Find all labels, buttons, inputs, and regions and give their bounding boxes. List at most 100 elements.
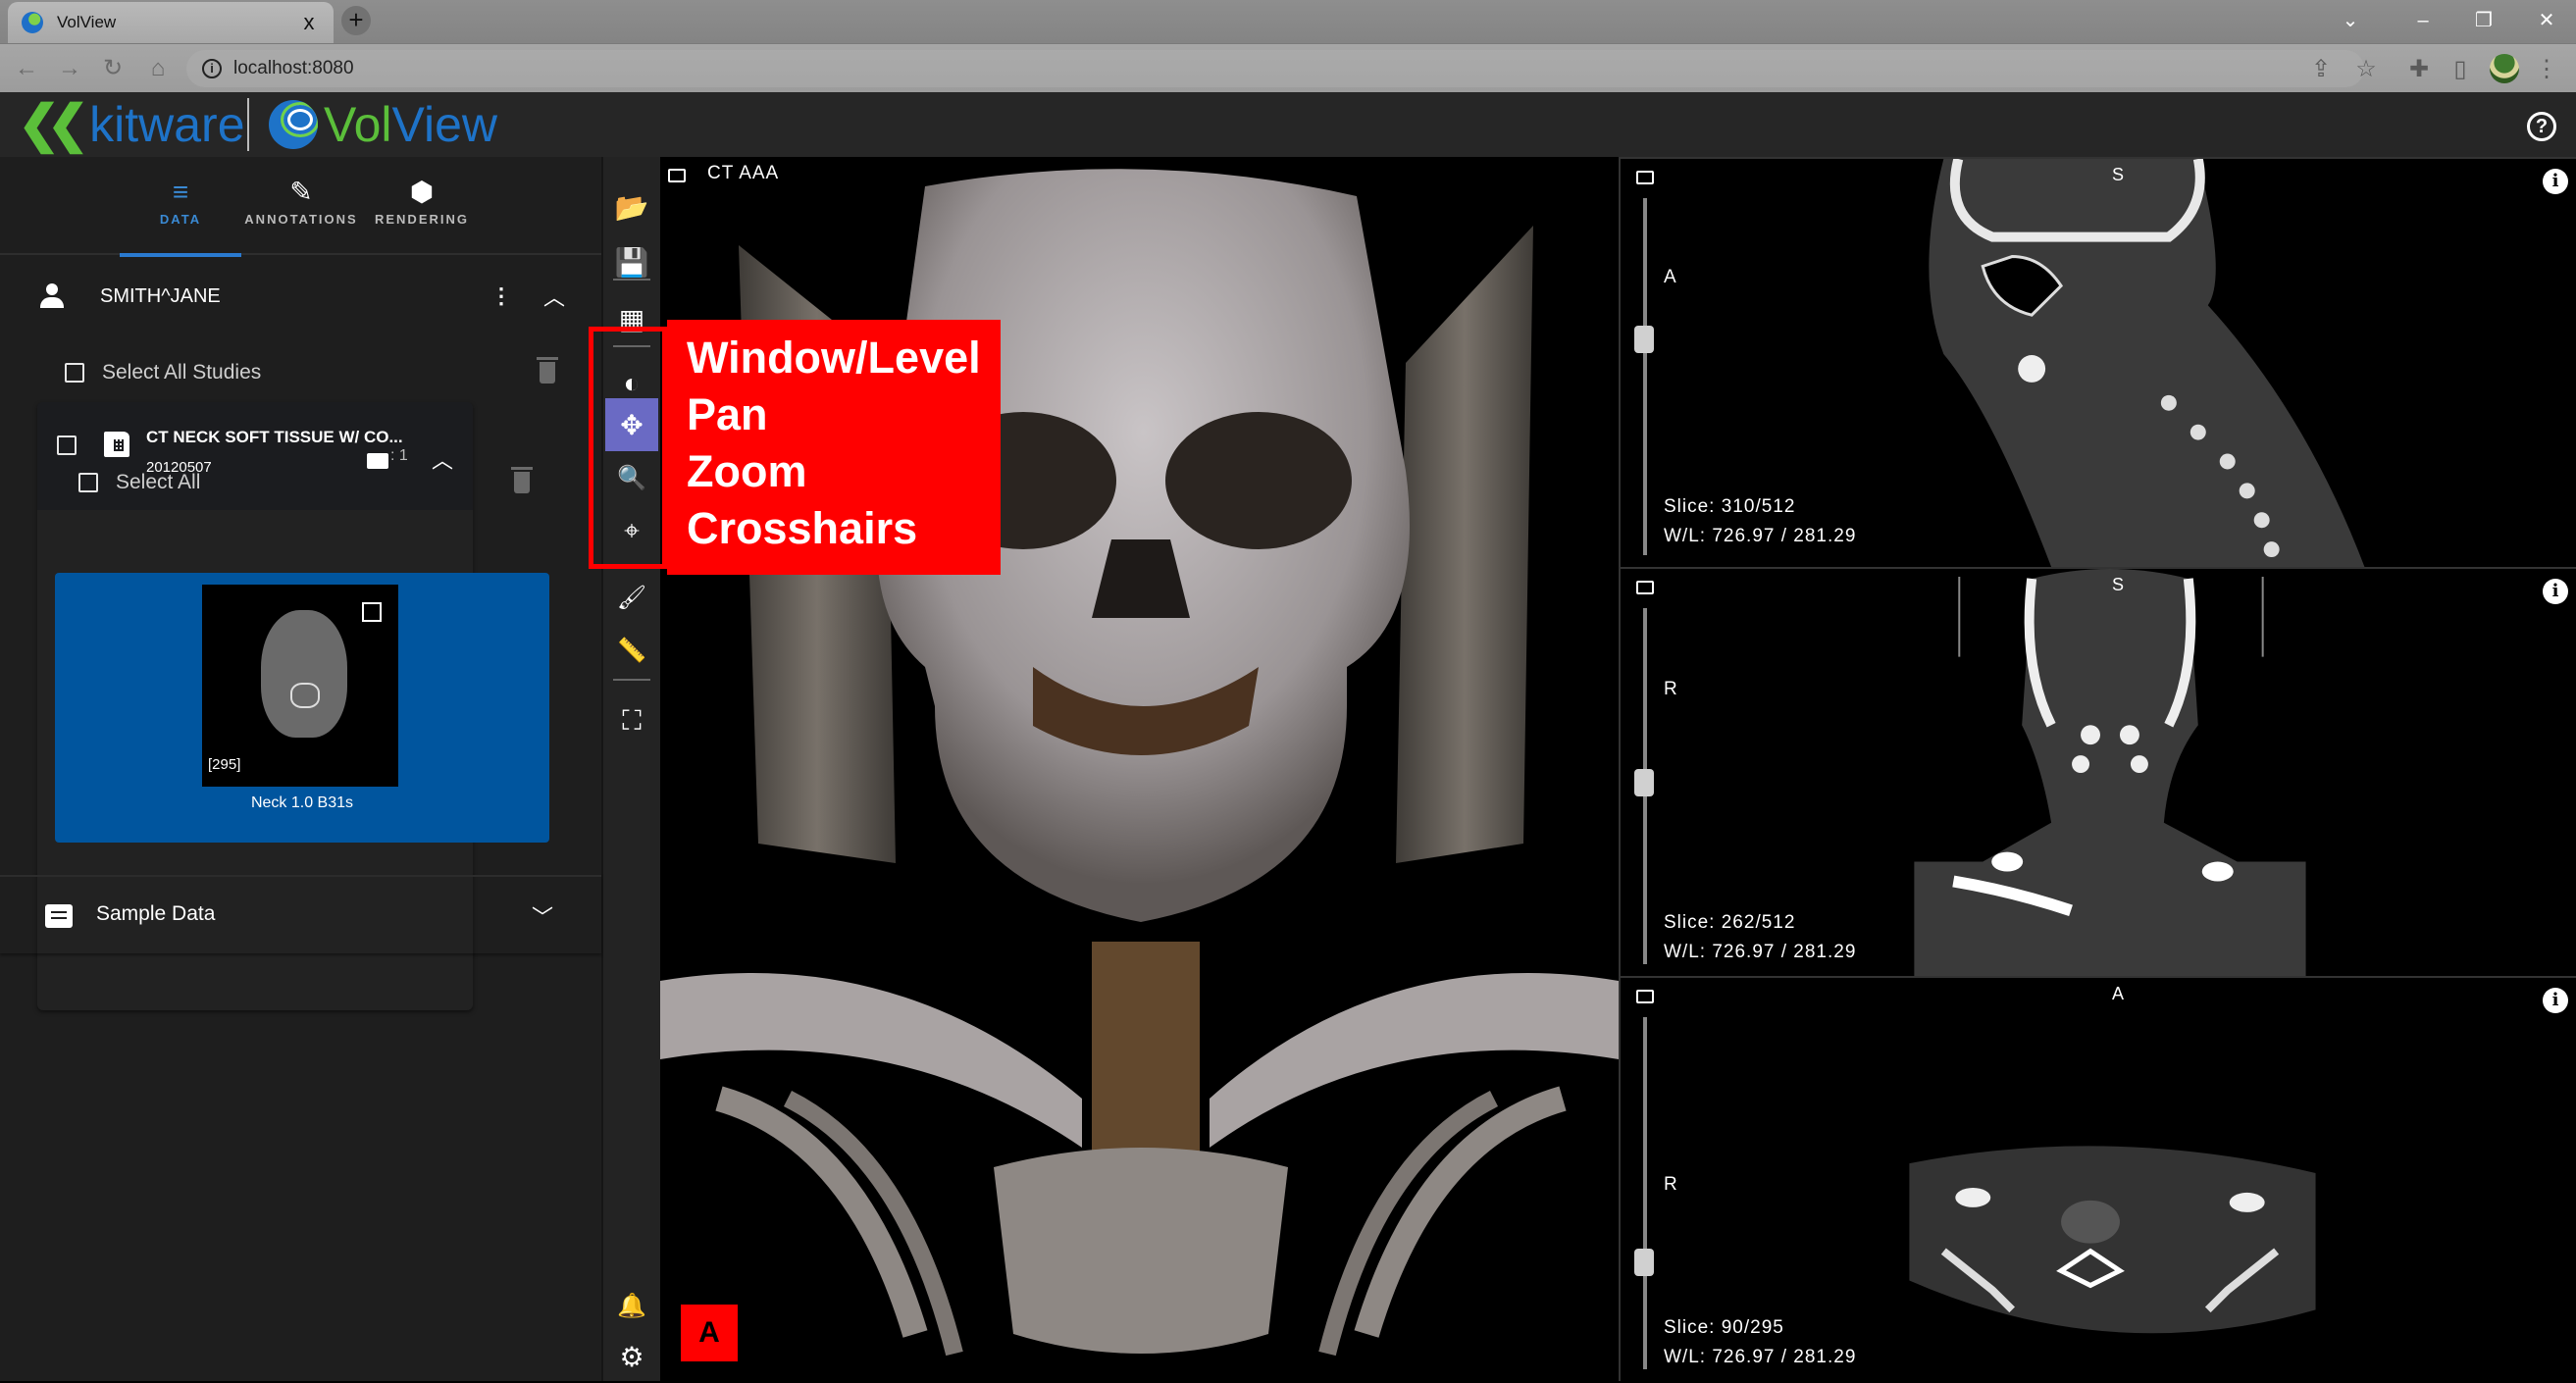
series-slice-count: [295] [208,756,241,773]
info-icon[interactable]: i [2543,988,2568,1013]
tab-search-button[interactable]: ⌄ [2331,6,2370,35]
bell-icon: 🔔 [617,1292,646,1319]
browser-tab[interactable]: VolView x [8,2,334,43]
sample-data-panel[interactable]: Sample Data ﹀ [0,875,601,953]
side-panel-icon[interactable]: ▯ [2447,56,2474,83]
settings-button[interactable]: ⚙ [605,1330,658,1383]
reset-view-icon[interactable] [1636,581,1654,594]
crop-icon: ⛶ [622,704,642,736]
slice-slider-handle[interactable] [1634,326,1654,353]
minimize-button[interactable]: – [2403,6,2443,35]
volview-logo: Vol View [269,100,497,149]
browser-tab-title: VolView [57,13,117,31]
help-button[interactable]: ? [2527,112,2556,141]
reload-button[interactable]: ↻ [98,54,128,83]
person-icon [39,283,65,309]
orientation-top-label: S [2111,575,2124,594]
headrest-right [1396,226,1533,863]
select-all-studies-label: Select All Studies [102,361,262,384]
forward-button[interactable]: → [55,54,84,83]
chevron-up-icon[interactable]: ︿ [540,281,569,312]
tab-data[interactable]: ≡ DATA [120,157,241,257]
notifications-button[interactable]: 🔔 [605,1279,658,1332]
new-tab-button[interactable]: + [341,6,371,35]
select-all-series-label: Select All [116,471,201,493]
study-checkbox[interactable] [57,435,77,455]
series-tile[interactable]: [295] Neck 1.0 B31s [55,573,549,843]
series-checkbox[interactable] [362,602,382,622]
callout-line-window-level: Window/Level [687,333,981,383]
clavicle-right [1210,973,1619,1148]
callout-line-pan: Pan [687,389,768,439]
volview-orb-icon [269,100,318,149]
share-icon[interactable]: ⇪ [2307,56,2335,83]
series-thumbnail: [295] [202,585,398,787]
axial-view[interactable]: A R Slice: 90/295 W/L: 726.97 / 281.29 i [1619,976,2576,1381]
browser-address-bar: ← → ↻ ⌂ i localhost:8080 ⇪ ☆ ✚ ▯ ⋮ [0,43,2576,92]
info-icon[interactable]: i [2543,169,2568,194]
close-tab-button[interactable]: x [298,10,320,35]
window-level-readout: W/L: 726.97 / 281.29 [1664,942,1857,962]
logo-divider [247,98,249,151]
back-button[interactable]: ← [12,54,41,83]
profile-avatar[interactable] [2490,54,2519,83]
crop-button[interactable]: ⛶ [605,694,658,747]
clavicle-left [660,973,1082,1148]
ruler-button[interactable]: 📏 [605,624,658,677]
slice-slider-handle[interactable] [1634,1249,1654,1276]
orientation-side-label: R [1664,679,1677,699]
list-icon [45,904,73,928]
bookmark-star-icon[interactable]: ☆ [2352,56,2380,83]
series-name: Neck 1.0 B31s [250,794,354,811]
delete-studies-icon[interactable] [537,357,558,384]
home-button[interactable]: ⌂ [143,54,173,83]
window-level-readout: W/L: 726.97 / 281.29 [1664,1347,1857,1367]
orbit-right [1165,412,1352,549]
sternum [994,1148,1288,1354]
tab-data-label: DATA [159,212,202,227]
reset-view-icon[interactable] [1636,990,1654,1003]
annotation-callout: Window/Level Pan Zoom Crosshairs [667,320,1001,575]
slice-slider-handle[interactable] [1634,769,1654,796]
orientation-side-label: A [1664,267,1676,287]
select-all-studies-checkbox[interactable] [65,363,84,383]
reset-view-icon[interactable] [1636,171,1654,184]
sagittal-view[interactable]: S A Slice: 310/512 W/L: 726.97 / 281.29 … [1619,157,2576,567]
volview-wordmark-view: View [391,97,497,152]
browser-menu-icon[interactable]: ⋮ [2533,56,2560,83]
reset-camera-icon[interactable] [668,169,686,182]
tab-annotations[interactable]: ✎ ANNOTATIONS [240,157,362,255]
annotation-highlight-box [589,327,667,569]
delete-series-icon[interactable] [511,467,533,493]
site-info-icon[interactable]: i [202,59,222,78]
volview-favicon-icon [22,12,43,33]
study-file-icon [104,432,129,457]
patient-name: SMITH^JANE [100,284,221,307]
rib [1354,1086,1567,1338]
info-icon[interactable]: i [2543,579,2568,604]
kitware-wordmark: kitware [89,97,245,152]
paint-button[interactable]: 🖌 [605,571,658,624]
ruler-icon: 📏 [617,637,646,664]
restore-button[interactable]: ❐ [2464,6,2503,35]
slice-slider-track[interactable] [1643,1017,1647,1369]
callout-line-crosshairs: Crosshairs [687,503,918,553]
patient-header[interactable]: SMITH^JANE ⋮ ︿ [39,277,569,316]
tab-rendering[interactable]: ⬢ RENDERING [361,157,483,255]
slice-slider-track[interactable] [1643,198,1647,555]
extensions-icon[interactable]: ✚ [2405,56,2433,83]
callout-line-zoom: Zoom [687,446,807,496]
sidebar-tabs: ≡ DATA ✎ ANNOTATIONS ⬢ RENDERING [0,157,601,257]
patient-menu-button[interactable]: ⋮ [487,283,516,309]
toolbar-divider [613,679,650,681]
slice-index-readout: Slice: 310/512 [1664,496,1796,517]
open-files-button[interactable]: 📂 [605,180,658,233]
select-all-studies-row: Select All Studies [65,353,558,392]
select-all-series-checkbox[interactable] [78,473,98,492]
close-window-button[interactable]: ✕ [2527,6,2566,35]
url-field[interactable]: i localhost:8080 [186,50,2364,87]
rib [715,1086,928,1338]
chevron-down-icon[interactable]: ﹀ [532,900,553,932]
coronal-view[interactable]: S R Slice: 262/512 W/L: 726.97 / 281.29 … [1619,567,2576,976]
sidebar: ≡ DATA ✎ ANNOTATIONS ⬢ RENDERING SMITH^J… [0,157,603,1381]
